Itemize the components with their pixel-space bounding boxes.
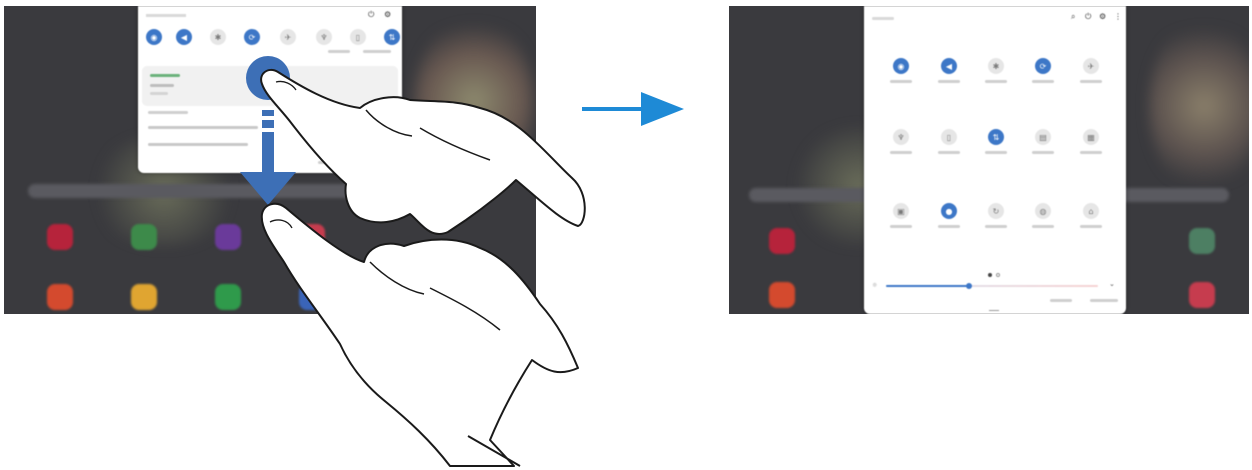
swipe-arrow-dash xyxy=(262,110,274,116)
lower-hand-icon xyxy=(260,202,579,467)
swipe-arrow-head xyxy=(240,172,296,205)
swipe-arrow-shaft xyxy=(262,132,274,176)
swipe-gesture-illustration xyxy=(240,56,586,467)
upper-hand-icon xyxy=(260,68,586,235)
swipe-arrow-dash xyxy=(262,120,274,128)
